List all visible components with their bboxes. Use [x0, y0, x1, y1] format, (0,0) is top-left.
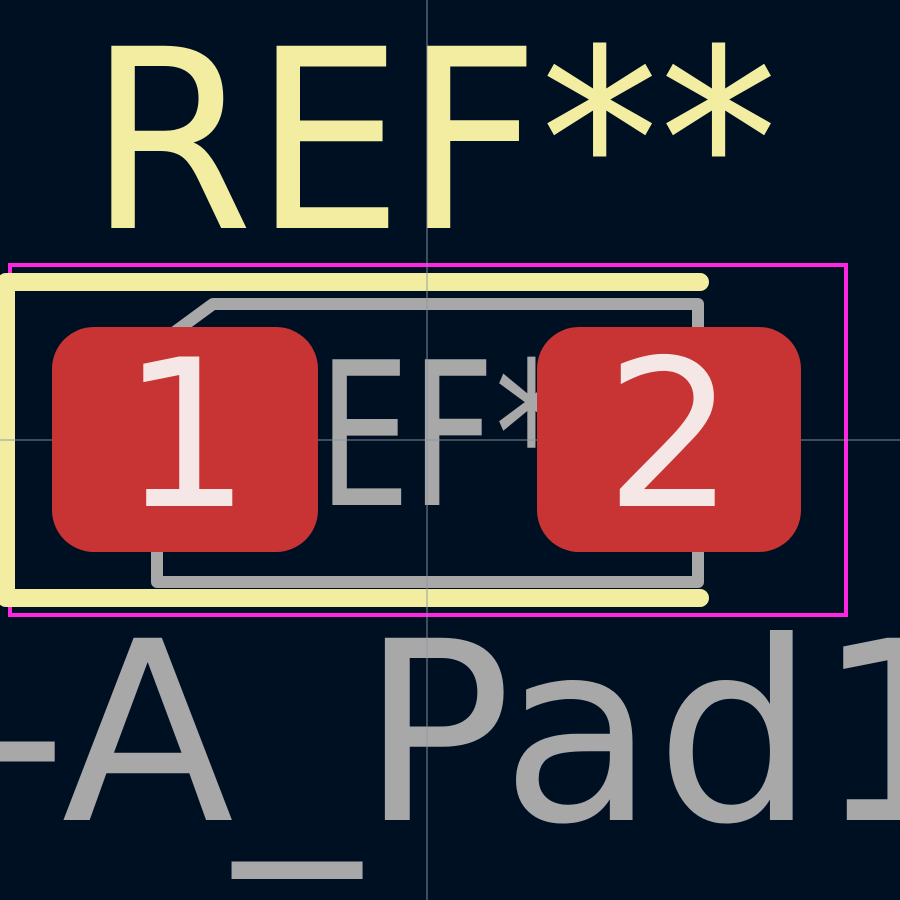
footprint-view: EF* REF** -A_Pad1 1 2: [0, 0, 900, 900]
fab-reference-text: EF*: [318, 320, 568, 553]
pad-number-1: 1: [121, 317, 251, 555]
reference-designator-text: REF**: [88, 0, 778, 287]
value-text: -A_Pad1: [0, 588, 900, 879]
pcb-footprint-canvas[interactable]: EF* REF** -A_Pad1 1 2: [0, 0, 900, 900]
pad-1[interactable]: 1: [52, 317, 318, 555]
pad-number-2: 2: [605, 317, 735, 555]
pad-2[interactable]: 2: [537, 317, 801, 555]
